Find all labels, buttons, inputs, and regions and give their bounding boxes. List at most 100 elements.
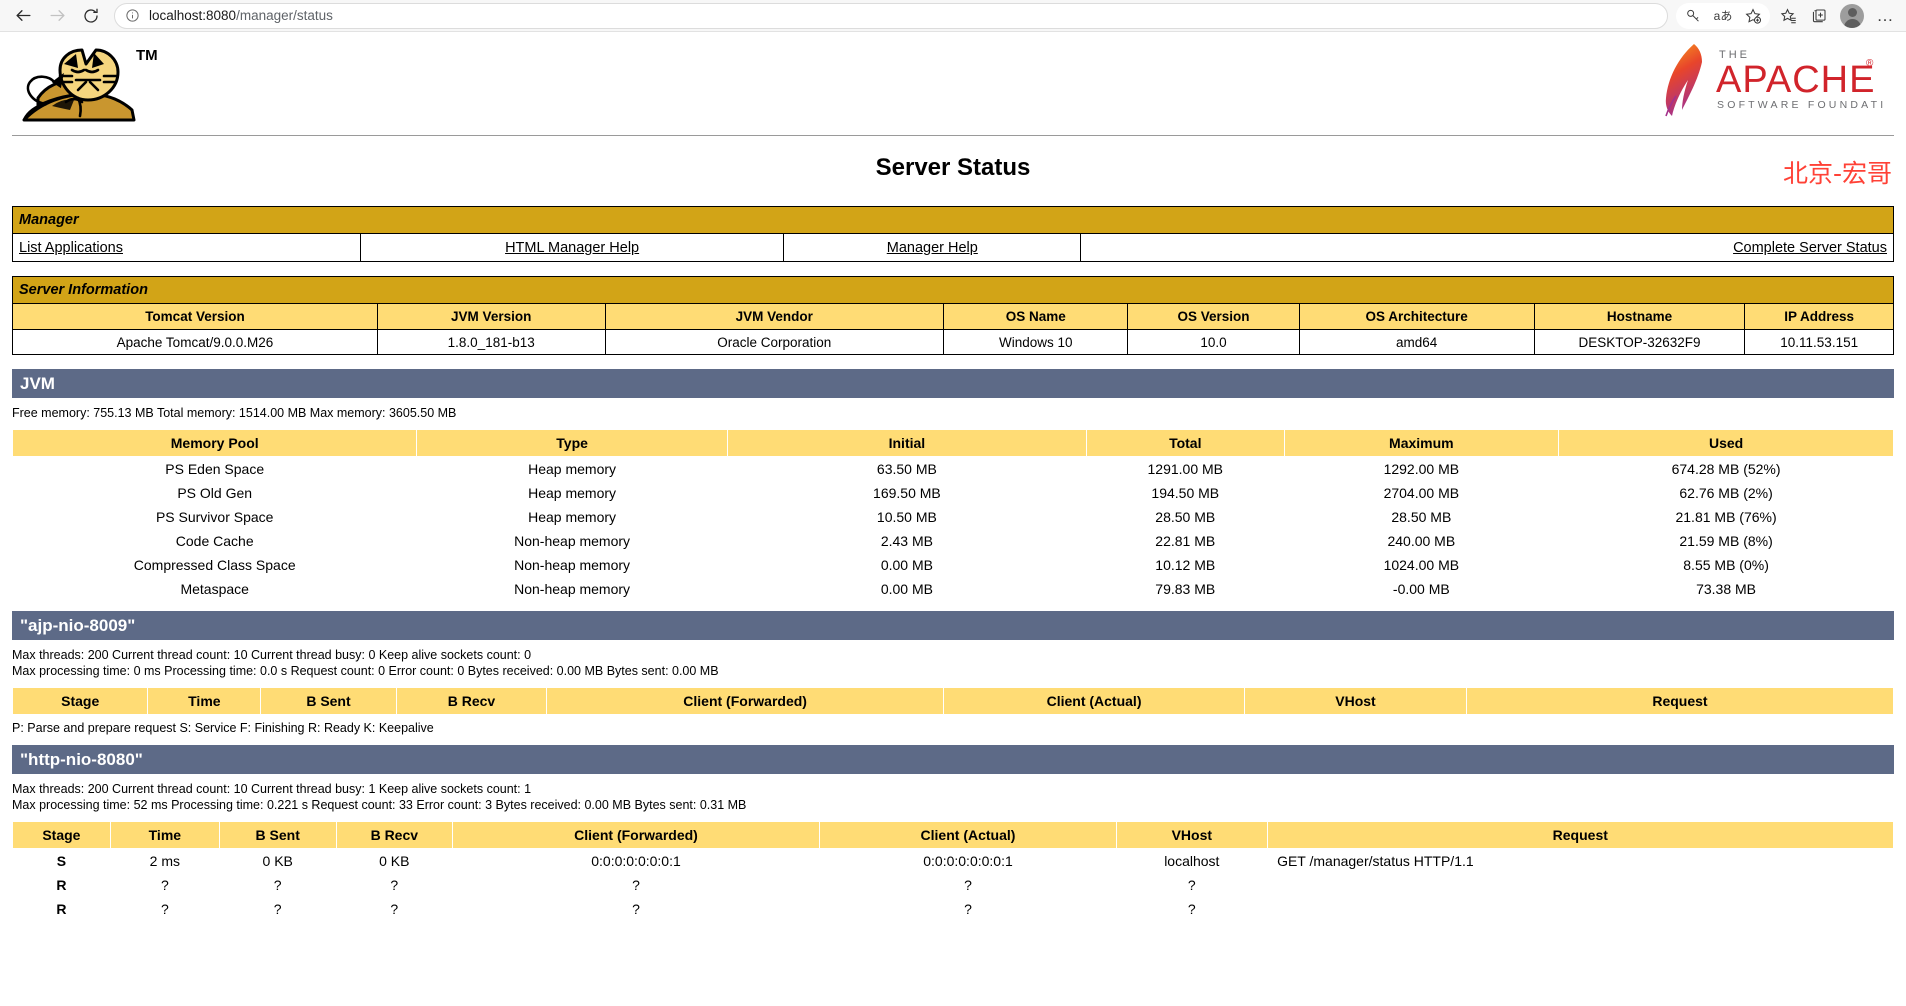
watermark-label: 北京-宏哥 [1782, 159, 1892, 188]
manager-links-row: List Applications HTML Manager Help Mana… [12, 233, 1894, 262]
col-used: Used [1558, 429, 1894, 457]
address-bar[interactable]: localhost:8080/manager/status [114, 2, 1668, 29]
col-b-recv: B Recv [395, 687, 548, 715]
favorites-icon[interactable] [1774, 3, 1804, 29]
col-os-architecture: OS Architecture [1298, 303, 1535, 330]
table-row: PS Old Gen Heap memory 169.50 MB 194.50 … [12, 481, 1894, 505]
cell-type: Heap memory [416, 481, 728, 505]
table-row: PS Survivor Space Heap memory 10.50 MB 2… [12, 505, 1894, 529]
manager-band-row: Manager [12, 206, 1894, 234]
cell-maximum: 1024.00 MB [1284, 553, 1559, 577]
ajp-connector-stats: Max threads: 200 Current thread count: 1… [12, 647, 1894, 679]
col-maximum: Maximum [1283, 429, 1560, 457]
http-connector-section-title: "http-nio-8080" [12, 745, 1894, 774]
val-jvm-vendor: Oracle Corporation [604, 329, 945, 355]
cell-maximum: 2704.00 MB [1284, 481, 1559, 505]
cell-used: 62.76 MB (2%) [1558, 481, 1894, 505]
col-jvm-version: JVM Version [376, 303, 606, 330]
url-host: localhost:8080 [149, 8, 237, 23]
cell-maximum: 28.50 MB [1284, 505, 1559, 529]
http-request-table: Stage Time B Sent B Recv Client (Forward… [12, 821, 1895, 921]
cell-used: 674.28 MB (52%) [1558, 456, 1894, 481]
col-tomcat-version: Tomcat Version [12, 303, 378, 330]
cell-used: 21.59 MB (8%) [1558, 529, 1894, 553]
cell-memory-pool: PS Survivor Space [12, 505, 417, 529]
cell-b-sent: ? [219, 873, 336, 897]
col-client-forwarded: Client (Forwarded) [452, 821, 820, 849]
http-table-header-row: Stage Time B Sent B Recv Client (Forward… [12, 821, 1895, 849]
cell-b-recv: ? [336, 897, 453, 921]
ajp-request-table: Stage Time B Sent B Recv Client (Forward… [11, 687, 1895, 715]
table-row: Compressed Class Space Non-heap memory 0… [12, 553, 1894, 577]
cell-client-forwarded: ? [452, 897, 820, 921]
site-info-icon[interactable] [125, 8, 140, 23]
col-hostname: Hostname [1533, 303, 1746, 330]
settings-more-icon[interactable]: … [1870, 3, 1900, 29]
cell-initial: 169.50 MB [727, 481, 1087, 505]
cell-b-sent: 0 KB [219, 848, 336, 873]
col-os-version: OS Version [1127, 303, 1300, 330]
val-jvm-version: 1.8.0_181-b13 [376, 329, 606, 355]
cell-initial: 63.50 MB [727, 456, 1087, 481]
col-memory-pool: Memory Pool [11, 429, 418, 457]
cell-total: 10.12 MB [1086, 553, 1285, 577]
link-manager-help[interactable]: Manager Help [887, 240, 978, 256]
cell-initial: 2.43 MB [727, 529, 1087, 553]
cell-maximum: 240.00 MB [1284, 529, 1559, 553]
read-aloud-icon[interactable]: aあ [1708, 3, 1738, 29]
link-list-applications[interactable]: List Applications [19, 240, 123, 256]
cell-used: 73.38 MB [1558, 577, 1894, 601]
url-path: /manager/status [236, 8, 333, 23]
link-complete-server-status[interactable]: Complete Server Status [1733, 240, 1887, 256]
col-client-forwarded: Client (Forwarded) [546, 687, 945, 715]
cell-total: 79.83 MB [1086, 577, 1285, 601]
cell-vhost: localhost [1116, 848, 1268, 873]
col-time: Time [109, 821, 220, 849]
ajp-thread-stats: Max threads: 200 Current thread count: 1… [12, 648, 532, 662]
val-hostname: DESKTOP-32632F9 [1533, 329, 1746, 355]
cell-type: Non-heap memory [416, 577, 728, 601]
cell-client-actual: 0:0:0:0:0:0:0:1 [819, 848, 1117, 873]
cell-stage: R [12, 873, 111, 897]
table-row: R ? ? ? ? ? ? [12, 897, 1894, 921]
cell-time: ? [110, 873, 220, 897]
link-html-manager-help[interactable]: HTML Manager Help [505, 240, 639, 256]
val-os-architecture: amd64 [1298, 329, 1535, 355]
cell-initial: 0.00 MB [727, 553, 1087, 577]
add-favorite-icon[interactable] [1738, 3, 1768, 29]
cell-maximum: 1292.00 MB [1284, 456, 1559, 481]
cell-total: 1291.00 MB [1086, 456, 1285, 481]
cell-used: 21.81 MB (76%) [1558, 505, 1894, 529]
forward-arrow-icon[interactable] [40, 2, 74, 30]
omnibox-tool-group: aあ [1676, 2, 1770, 29]
manager-band-title: Manager [12, 206, 1894, 234]
back-arrow-icon[interactable] [6, 2, 40, 30]
col-os-name: OS Name [943, 303, 1129, 330]
ajp-stage-legend: P: Parse and prepare request S: Service … [12, 721, 434, 735]
cell-request [1267, 897, 1894, 921]
cell-b-recv: 0 KB [336, 848, 453, 873]
key-icon[interactable] [1678, 3, 1708, 29]
cell-vhost: ? [1116, 897, 1268, 921]
server-info-band-row: Server Information [12, 276, 1894, 304]
jvm-memory-pool-table: Memory Pool Type Initial Total Maximum U… [11, 429, 1894, 601]
reload-icon[interactable] [74, 2, 108, 30]
col-initial: Initial [726, 429, 1088, 457]
tomcat-tm-label: TM [136, 47, 158, 64]
ajp-connector-section-title: "ajp-nio-8009" [12, 611, 1894, 640]
cell-memory-pool: Compressed Class Space [12, 553, 417, 577]
cell-time: ? [110, 897, 220, 921]
server-information-table: Server Information Tomcat Version JVM Ve… [12, 276, 1894, 355]
collections-icon[interactable] [1804, 3, 1834, 29]
cell-total: 194.50 MB [1086, 481, 1285, 505]
page-title: Server Status [875, 154, 1031, 181]
jvm-table-header-row: Memory Pool Type Initial Total Maximum U… [11, 429, 1894, 457]
col-b-sent: B Sent [260, 687, 397, 715]
apache-name-label: APACHE [1716, 59, 1875, 101]
profile-avatar-icon[interactable] [1840, 3, 1864, 28]
val-tomcat-version: Apache Tomcat/9.0.0.M26 [12, 329, 378, 355]
banner-divider [12, 135, 1894, 136]
cell-client-forwarded: ? [452, 873, 820, 897]
apache-logo: THE APACHE ® SOFTWARE FOUNDATION [1654, 40, 1905, 123]
table-row: Metaspace Non-heap memory 0.00 MB 79.83 … [12, 577, 1894, 601]
